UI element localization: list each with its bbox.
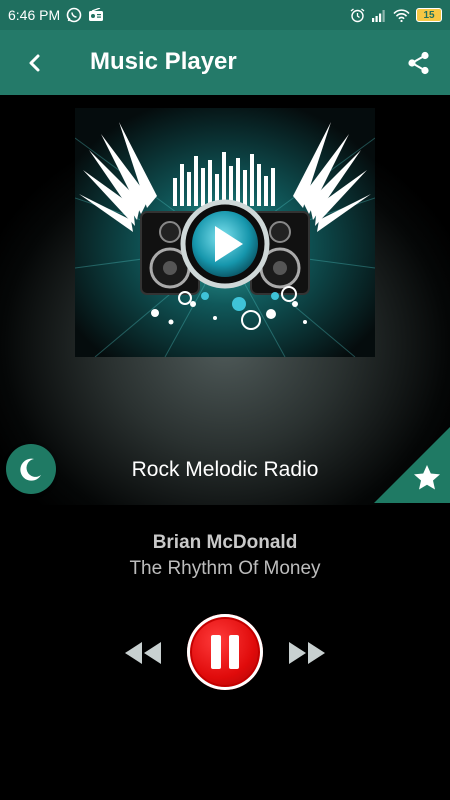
favorite-button[interactable] bbox=[374, 427, 450, 503]
whatsapp-icon bbox=[66, 7, 82, 23]
app-bar: Music Player bbox=[0, 30, 450, 95]
alarm-icon bbox=[350, 7, 365, 23]
fast-forward-icon bbox=[289, 642, 325, 664]
battery-level: 15 bbox=[423, 9, 435, 21]
share-icon bbox=[408, 51, 429, 75]
status-bar: 6:46 PM 15 bbox=[0, 0, 450, 30]
wifi-icon bbox=[393, 8, 410, 22]
status-left: 6:46 PM bbox=[8, 7, 104, 23]
song-title: The Rhythm Of Money bbox=[129, 558, 321, 579]
rewind-button[interactable] bbox=[121, 636, 165, 670]
speaker-wings-artwork bbox=[75, 108, 375, 357]
share-button[interactable] bbox=[402, 46, 436, 80]
pause-icon bbox=[207, 635, 243, 669]
rewind-icon bbox=[125, 642, 161, 664]
status-time: 6:46 PM bbox=[8, 7, 61, 23]
back-button[interactable] bbox=[18, 46, 52, 80]
station-artwork bbox=[75, 108, 375, 357]
page-title: Music Player bbox=[90, 48, 237, 75]
pause-button[interactable] bbox=[187, 614, 263, 690]
radio-icon bbox=[88, 8, 104, 22]
artist-name: Brian McDonald bbox=[152, 532, 298, 553]
status-right: 15 bbox=[350, 7, 442, 23]
signal-icon bbox=[371, 9, 387, 22]
back-arrow-icon bbox=[29, 54, 40, 72]
battery-icon: 15 bbox=[416, 8, 442, 22]
playback-controls bbox=[0, 614, 450, 692]
fast-forward-button[interactable] bbox=[285, 636, 329, 670]
favorite-corner-shape bbox=[374, 427, 450, 503]
